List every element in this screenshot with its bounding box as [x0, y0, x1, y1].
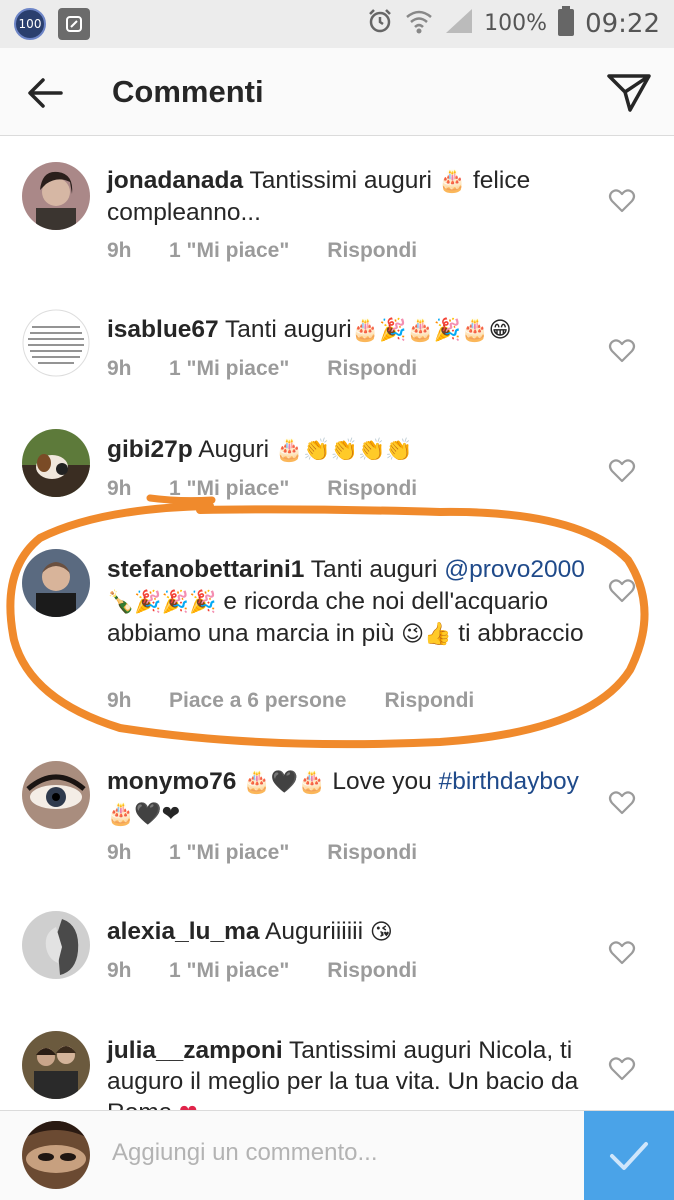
send-icon: [607, 74, 651, 112]
share-button[interactable]: [604, 68, 654, 118]
comment-emoji: 😉👍: [401, 622, 452, 647]
comment-emoji: 🎂👏👏👏👏: [275, 438, 413, 463]
heart-icon[interactable]: [608, 187, 636, 215]
comment-likes[interactable]: 1 "Mi piace": [169, 357, 289, 381]
comment-body: Auguriiiiii: [259, 918, 370, 945]
comment-username[interactable]: jonadanada: [107, 167, 243, 194]
status-right: 100% 09:22: [366, 6, 660, 41]
comment-mention[interactable]: @provo2000: [444, 556, 585, 583]
comment-text: monymo76 🎂🖤🎂 Love you #birthdayboy 🎂🖤❤: [107, 766, 597, 830]
page-title: Commenti: [112, 74, 264, 109]
post-comment-button[interactable]: [584, 1111, 674, 1200]
reply-button[interactable]: Rispondi: [327, 477, 417, 501]
comment-hashtag[interactable]: #birthdayboy: [439, 768, 579, 795]
comment-username[interactable]: monymo76: [107, 768, 236, 795]
comment-text: julia__zamponi Tantissimi auguri Nicola,…: [107, 1035, 597, 1110]
comment-emoji: 🎂🖤❤: [107, 802, 181, 827]
comment-text: jonadanada Tantissimi auguri 🎂 felice co…: [107, 165, 597, 228]
comment-time: 9h: [107, 689, 132, 712]
comment-emoji: 🎂🎉🎂🎉🎂😁: [351, 318, 512, 343]
avatar: [22, 1121, 90, 1189]
app-notification-icon: [58, 8, 90, 40]
comment-body: Tanti auguri: [218, 316, 352, 343]
avatar[interactable]: [22, 162, 90, 230]
comment-time: 9h: [107, 841, 132, 864]
heart-icon[interactable]: [608, 939, 636, 967]
checkmark-icon: [610, 1142, 648, 1170]
comment-time: 9h: [107, 239, 132, 262]
reply-button[interactable]: Rispondi: [384, 689, 474, 713]
comment-emoji: 🍾🎉🎉🎉: [107, 590, 217, 615]
comment-input[interactable]: [112, 1131, 572, 1175]
comment-text: stefanobettarini1 Tanti auguri @provo200…: [107, 554, 587, 650]
heart-icon[interactable]: [608, 457, 636, 485]
comment-username[interactable]: julia__zamponi: [107, 1037, 283, 1064]
heart-icon[interactable]: [608, 337, 636, 365]
avatar[interactable]: [22, 429, 90, 497]
comment-meta: 9h 1 "Mi piace" Rispondi: [107, 357, 417, 381]
reply-button[interactable]: Rispondi: [327, 357, 417, 381]
comment-body: Tanti auguri: [304, 556, 445, 583]
reply-button[interactable]: Rispondi: [327, 959, 417, 983]
comment-meta: 9h 1 "Mi piace" Rispondi: [107, 841, 417, 865]
comment-emoji: 🎂: [438, 169, 467, 194]
avatar[interactable]: [22, 911, 90, 979]
comment-time: 9h: [107, 357, 132, 380]
comment-emoji: 😘: [369, 920, 393, 945]
comment-body: Love you: [325, 768, 439, 795]
comment-username[interactable]: isablue67: [107, 316, 219, 343]
heart-icon[interactable]: [608, 1055, 636, 1083]
status-left: 100: [14, 8, 90, 40]
comments-list[interactable]: jonadanada Tantissimi auguri 🎂 felice co…: [0, 137, 674, 1110]
comment-composer: [0, 1110, 674, 1200]
clock: 09:22: [585, 8, 660, 39]
comment-time: 9h: [107, 477, 132, 500]
comment-username[interactable]: gibi27p: [107, 436, 193, 463]
alarm-icon: [366, 7, 394, 40]
comment-likes[interactable]: 1 "Mi piace": [169, 841, 289, 865]
reply-button[interactable]: Rispondi: [327, 239, 417, 263]
comment-username[interactable]: alexia_lu_ma: [107, 918, 260, 945]
heart-icon[interactable]: [608, 789, 636, 817]
comment-emoji: 🎂🖤🎂: [236, 770, 326, 795]
avatar[interactable]: [22, 761, 90, 829]
reply-button[interactable]: Rispondi: [327, 841, 417, 865]
comment-text: isablue67 Tanti auguri🎂🎉🎂🎉🎂😁: [107, 314, 597, 346]
comment-likes[interactable]: 1 "Mi piace": [169, 477, 289, 501]
comment-likes[interactable]: Piace a 6 persone: [169, 689, 346, 713]
comment-meta: 9h 1 "Mi piace" Rispondi: [107, 959, 417, 983]
avatar[interactable]: [22, 549, 90, 617]
avatar[interactable]: [22, 1031, 90, 1099]
comment-emoji: ❤: [179, 1101, 197, 1110]
battery-percent: 100%: [484, 11, 548, 36]
wifi-icon: [404, 7, 434, 40]
comment-body: Auguri: [192, 436, 276, 463]
comment-body: Tantissimi auguri: [243, 167, 439, 194]
notification-badge: 100: [14, 8, 46, 40]
signal-icon: [444, 7, 474, 40]
battery-icon: [557, 6, 575, 41]
avatar[interactable]: [22, 309, 90, 377]
comment-meta: 9h Piace a 6 persone Rispondi: [107, 689, 474, 713]
header: Commenti: [0, 48, 674, 136]
comment-body: ti abbraccio: [451, 620, 584, 647]
comment-time: 9h: [107, 959, 132, 982]
status-bar: 100 100% 09:22: [0, 0, 674, 48]
comment-username[interactable]: stefanobettarini1: [107, 556, 304, 583]
comment-text: alexia_lu_ma Auguriiiiii 😘: [107, 916, 597, 948]
comment-meta: 9h 1 "Mi piace" Rispondi: [107, 239, 417, 263]
comment-likes[interactable]: 1 "Mi piace": [169, 959, 289, 983]
comment-likes[interactable]: 1 "Mi piace": [169, 239, 289, 263]
comment-meta: 9h 1 "Mi piace" Rispondi: [107, 477, 417, 501]
comment-text: gibi27p Auguri 🎂👏👏👏👏: [107, 434, 597, 466]
heart-icon[interactable]: [608, 577, 636, 605]
back-button[interactable]: [22, 70, 68, 116]
back-arrow-icon: [28, 78, 63, 108]
